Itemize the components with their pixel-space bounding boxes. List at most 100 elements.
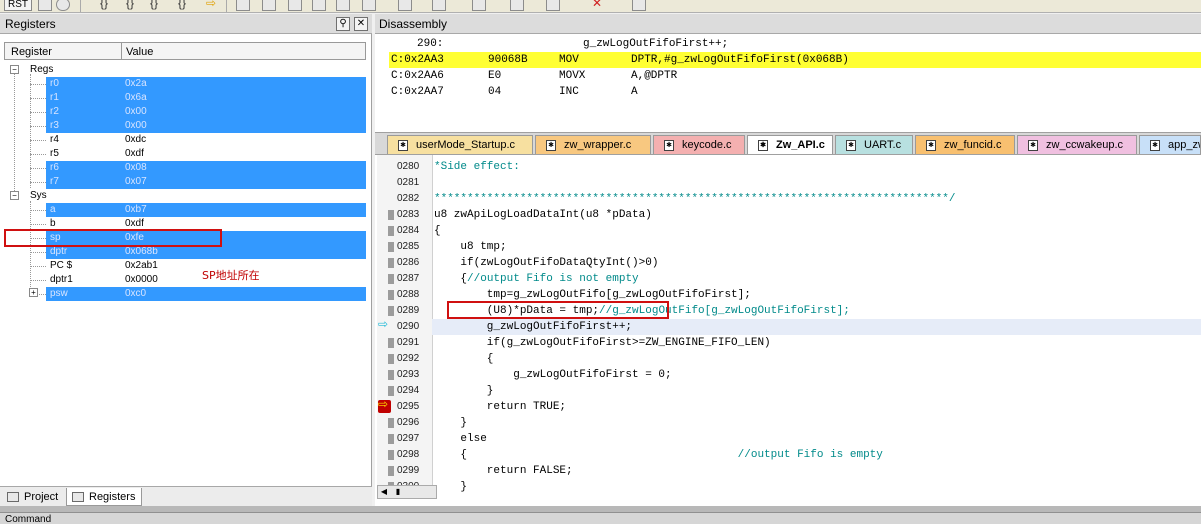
column-divider[interactable] [121,43,122,59]
system-viewer-icon[interactable] [546,0,560,11]
code-line[interactable]: *Side effect: [432,159,1201,175]
tab-registers[interactable]: Registers [66,488,142,506]
register-value[interactable]: 0x6a [125,92,147,103]
code-line[interactable]: { [432,223,1201,239]
horizontal-scrollbar[interactable]: ◀ ▮ [377,485,437,499]
register-row-dptr1[interactable]: dptr1 0x0000 [4,273,366,287]
line-number[interactable]: 0291 [377,335,433,351]
show-next-statement-icon[interactable]: ⇨ [206,0,216,10]
line-number[interactable]: 0282 [377,191,433,207]
code-line[interactable]: } [432,383,1201,399]
line-number[interactable]: 0287 [377,271,433,287]
line-number[interactable]: 0299 [377,463,433,479]
register-row-pc[interactable]: PC $ 0x2ab1 [4,259,366,273]
run-to-cursor-icon[interactable]: {} [178,0,186,10]
register-value[interactable]: 0xdf [125,148,144,159]
tab-keycode[interactable]: ✱ keycode.c [653,135,745,154]
scroll-thumb[interactable]: ▮ [392,486,404,498]
tab-app-zw[interactable]: ✱ app_zw [1139,135,1201,154]
tab-zw-api[interactable]: ✱ Zw_API.c [747,135,833,154]
code-line[interactable]: { //output Fifo is empty [432,447,1201,463]
code-line[interactable]: return FALSE; [432,463,1201,479]
analysis-window-icon[interactable] [472,0,486,11]
line-number[interactable]: 0298 [377,447,433,463]
register-row-r6[interactable]: r6 0x08 [4,161,366,175]
code-line[interactable]: } [432,415,1201,431]
trace-window-icon[interactable] [510,0,524,11]
line-number[interactable]: 0292 [377,351,433,367]
register-value[interactable]: 0xdc [125,134,146,145]
register-value[interactable]: 0x0000 [125,274,158,285]
settings-icon[interactable] [632,0,646,11]
tab-project[interactable]: Project [2,488,62,506]
code-line[interactable]: if(zwLogOutFifoDataQtyInt()>0) [432,255,1201,271]
code-line[interactable]: { [432,351,1201,367]
column-register[interactable]: Register [11,46,52,58]
line-number[interactable]: 0285 [377,239,433,255]
disassembly-window-icon[interactable] [262,0,276,11]
regs-group-label[interactable]: Regs [30,64,53,75]
register-value[interactable]: 0x08 [125,162,147,173]
symbols-window-icon[interactable] [288,0,302,11]
call-stack-window-icon[interactable] [336,0,350,11]
register-row-a[interactable]: a 0xb7 [4,203,366,217]
disassembly-line[interactable]: C:0x2AA3 90068B MOV DPTR,#g_zwLogOutFifoFir… [389,52,1201,68]
code-line[interactable]: u8 zwApiLogLoadDataInt(u8 *pData) [432,207,1201,223]
stop-icon[interactable] [38,0,52,11]
register-row-r2[interactable]: r2 0x00 [4,105,366,119]
pin-icon[interactable]: ⚲ [336,17,350,31]
disassembly-line[interactable]: 290: g_zwLogOutFifoFirst++; [389,36,1201,52]
tab-zw-ccwakeup[interactable]: ✱ zw_ccwakeup.c [1017,135,1137,154]
register-row-r0[interactable]: r0 0x2a [4,77,366,91]
code-line[interactable]: } [432,479,1201,495]
register-row-r1[interactable]: r1 0x6a [4,91,366,105]
register-value[interactable]: 0x2a [125,78,147,89]
scroll-left-icon[interactable]: ◀ [378,486,390,498]
line-number[interactable]: 0284 [377,223,433,239]
close-icon[interactable]: ✕ [354,17,368,31]
line-number[interactable]: 0293 [377,367,433,383]
register-value[interactable]: 0x07 [125,176,147,187]
register-row-r7[interactable]: r7 0x07 [4,175,366,189]
step-over-icon[interactable]: {} [126,0,134,10]
register-row-r5[interactable]: r5 0xdf [4,147,366,161]
step-into-icon[interactable]: {} [100,0,108,10]
serial-window-icon[interactable] [432,0,446,11]
sys-collapse-toggle[interactable]: − [10,191,19,200]
memory-window-icon[interactable] [398,0,412,11]
register-row-r3[interactable]: r3 0x00 [4,119,366,133]
code-line[interactable]: u8 tmp; [432,239,1201,255]
code-line[interactable]: ****************************************… [432,191,1201,207]
code-line[interactable]: if(g_zwLogOutFifoFirst>=ZW_ENGINE_FIFO_L… [432,335,1201,351]
register-value[interactable]: 0xb7 [125,204,147,215]
tab-usermode-startup[interactable]: ✱ userMode_Startup.c [387,135,533,154]
disassembly-line[interactable]: C:0x2AA6 E0 MOVX A,@DPTR [389,68,1201,84]
line-number[interactable]: 0297 [377,431,433,447]
line-number[interactable]: 0283 [377,207,433,223]
line-number[interactable]: 0286 [377,255,433,271]
register-value[interactable]: 0xdf [125,218,144,229]
regs-collapse-toggle[interactable]: − [10,65,19,74]
tab-zw-funcid[interactable]: ✱ zw_funcid.c [915,135,1015,154]
line-number[interactable]: 0288 [377,287,433,303]
line-number[interactable]: 0281 [377,175,433,191]
register-value[interactable]: 0xc0 [125,288,146,299]
psw-expand-toggle[interactable]: + [29,288,38,297]
code-line[interactable]: return TRUE; [432,399,1201,415]
watch-window-icon[interactable] [362,0,376,11]
code-line[interactable]: g_zwLogOutFifoFirst = 0; [432,367,1201,383]
register-value[interactable]: 0x00 [125,120,147,131]
line-number[interactable]: 0280 [377,159,433,175]
breakpoint-marker-icon[interactable] [378,397,391,413]
line-number[interactable]: 0296 [377,415,433,431]
run-icon[interactable] [56,0,70,11]
register-value[interactable]: 0x2ab1 [125,260,158,271]
register-row-r4[interactable]: r4 0xdc [4,133,366,147]
toolbox-icon[interactable]: ✕ [592,0,602,10]
registers-window-icon[interactable] [312,0,326,11]
reset-button[interactable]: RST [4,0,32,11]
code-line[interactable] [432,175,1201,191]
register-value[interactable]: 0x00 [125,106,147,117]
register-row-psw[interactable]: psw 0xc0 [4,287,366,301]
command-window-icon[interactable] [236,0,250,11]
